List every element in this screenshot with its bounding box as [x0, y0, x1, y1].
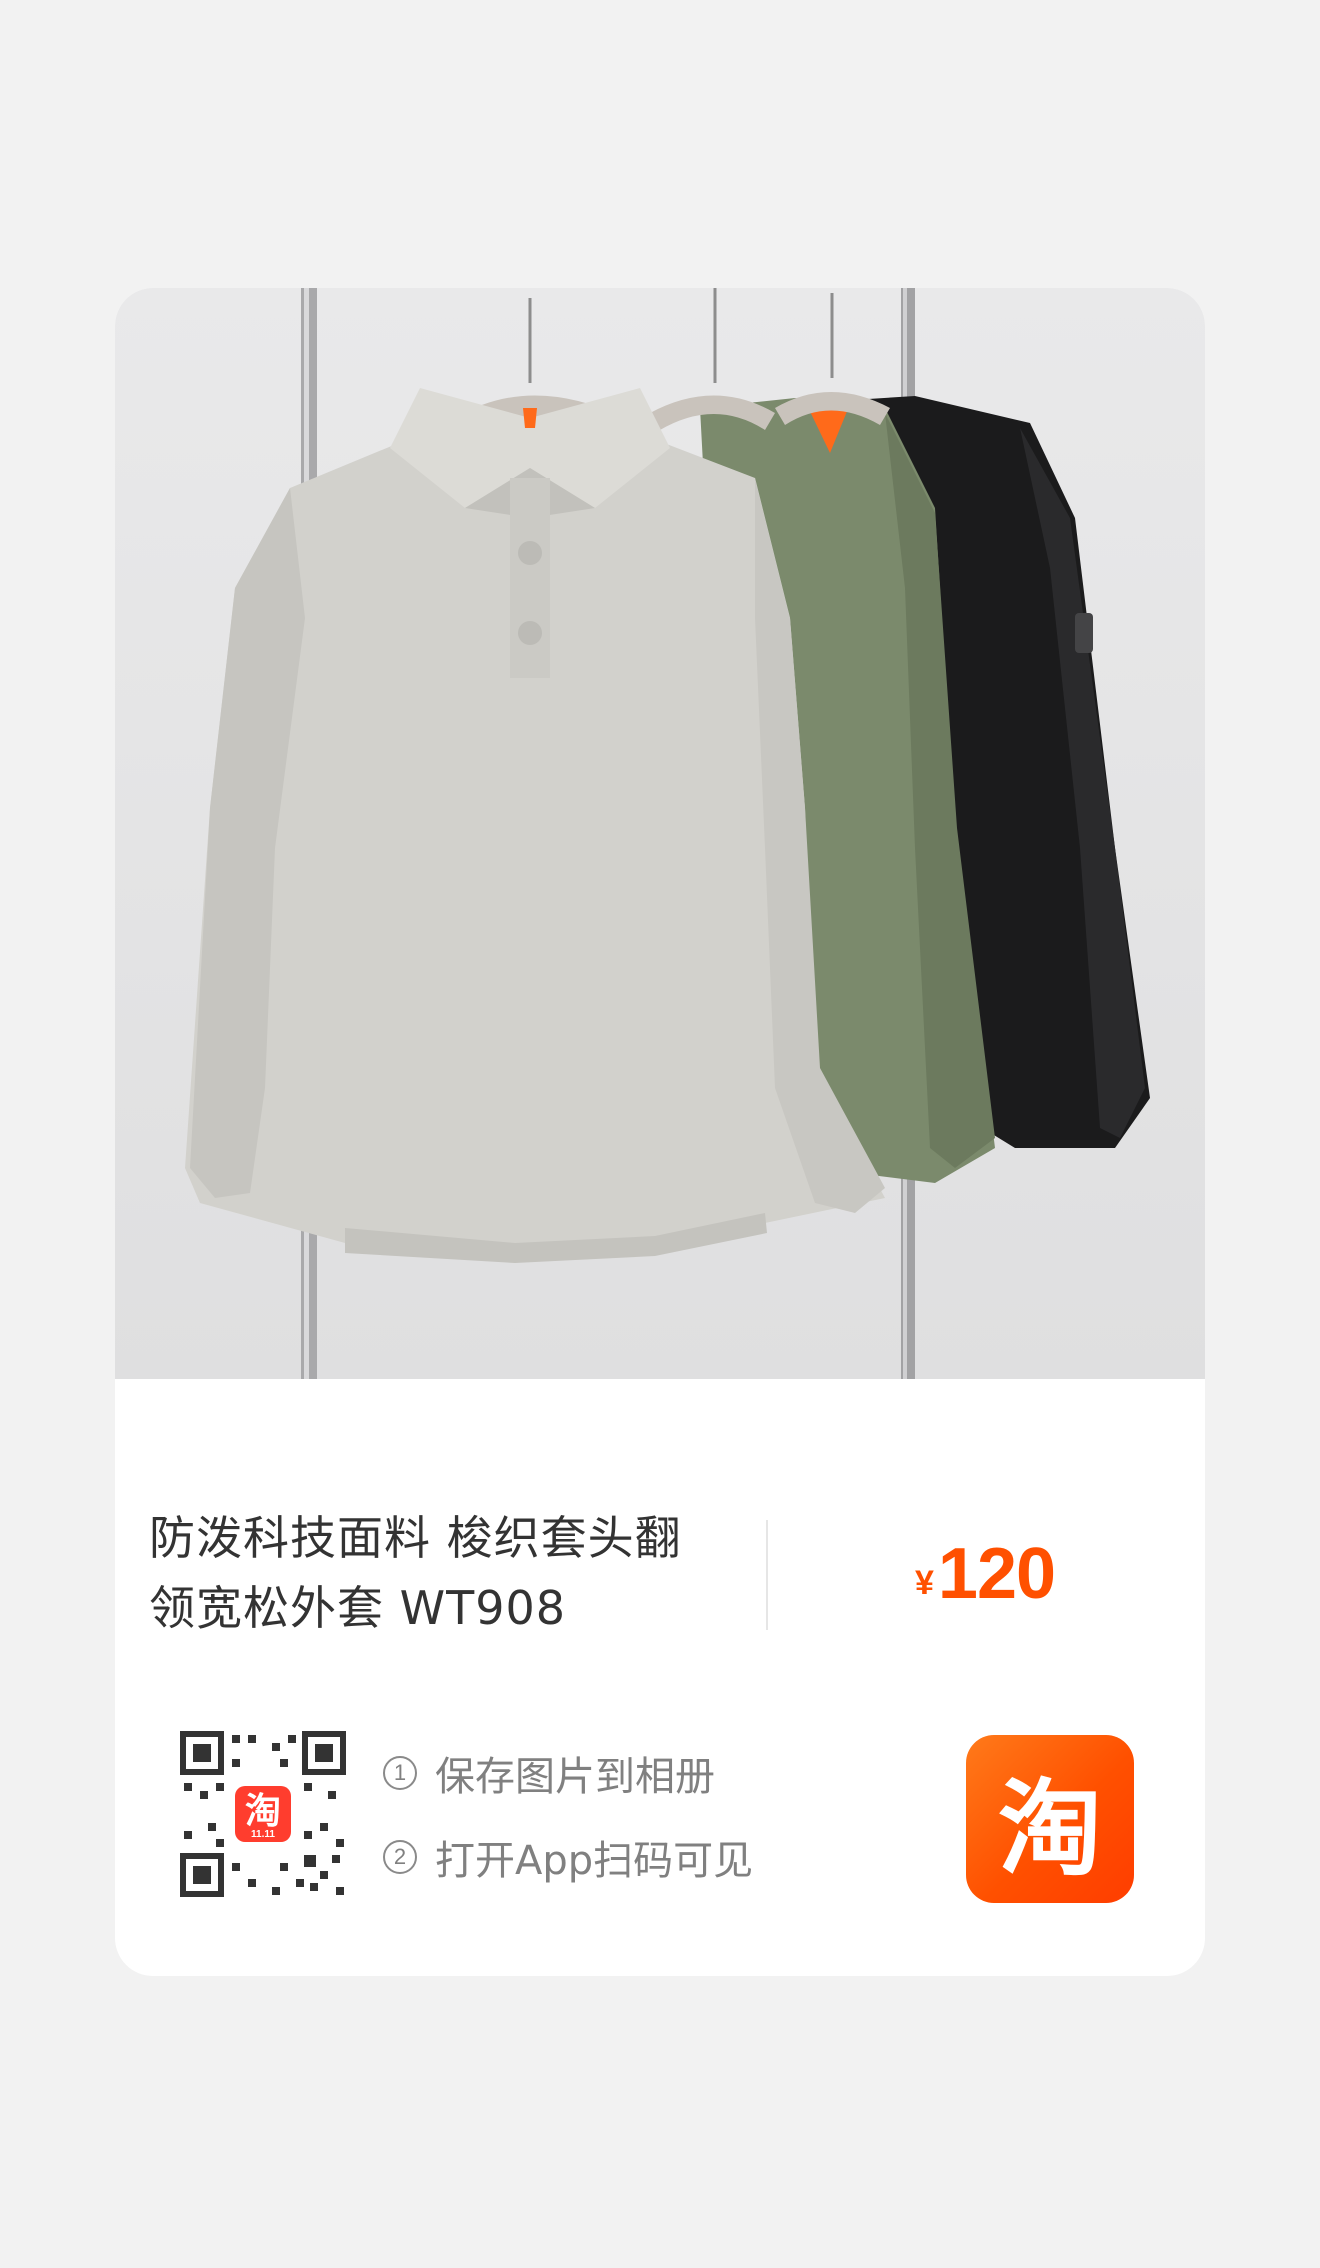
product-title-line-1: 防泼科技面料 梭织套头翻 [149, 1511, 682, 1565]
qr-code[interactable]: 淘 11.11 [180, 1731, 346, 1897]
step-text: 打开App扫码可见 [435, 1838, 754, 1884]
divider [766, 1520, 768, 1630]
step-text: 保存图片到相册 [435, 1754, 715, 1800]
price-amount: 120 [937, 1534, 1056, 1614]
taobao-logo-text: 淘 [997, 1767, 1102, 1890]
qr-badge-text: 淘 [245, 1791, 281, 1832]
step-open-app: 2 打开App扫码可见 [383, 1827, 753, 1887]
currency-symbol: ¥ [915, 1564, 934, 1602]
product-title-line-2: 领宽松外套 WT908 [149, 1581, 567, 1635]
step-number: 1 [383, 1756, 417, 1790]
price: ¥120 [915, 1533, 1056, 1615]
qr-badge-subtext: 11.11 [251, 1829, 275, 1840]
product-title: 防泼科技面料 梭织套头翻 领宽松外套 WT908 [149, 1503, 749, 1643]
step-save-image: 1 保存图片到相册 [383, 1743, 753, 1803]
product-image[interactable] [115, 288, 1205, 1379]
share-card: 防泼科技面料 梭织套头翻 领宽松外套 WT908 ¥120 淘 11.11 1 … [115, 288, 1205, 1976]
product-photo-illustration [185, 288, 1150, 1379]
qr-code-icon: 淘 11.11 [180, 1731, 346, 1897]
step-number: 2 [383, 1840, 417, 1874]
taobao-app-icon[interactable]: 淘 [966, 1735, 1134, 1903]
instructions: 1 保存图片到相册 2 打开App扫码可见 [383, 1743, 753, 1911]
